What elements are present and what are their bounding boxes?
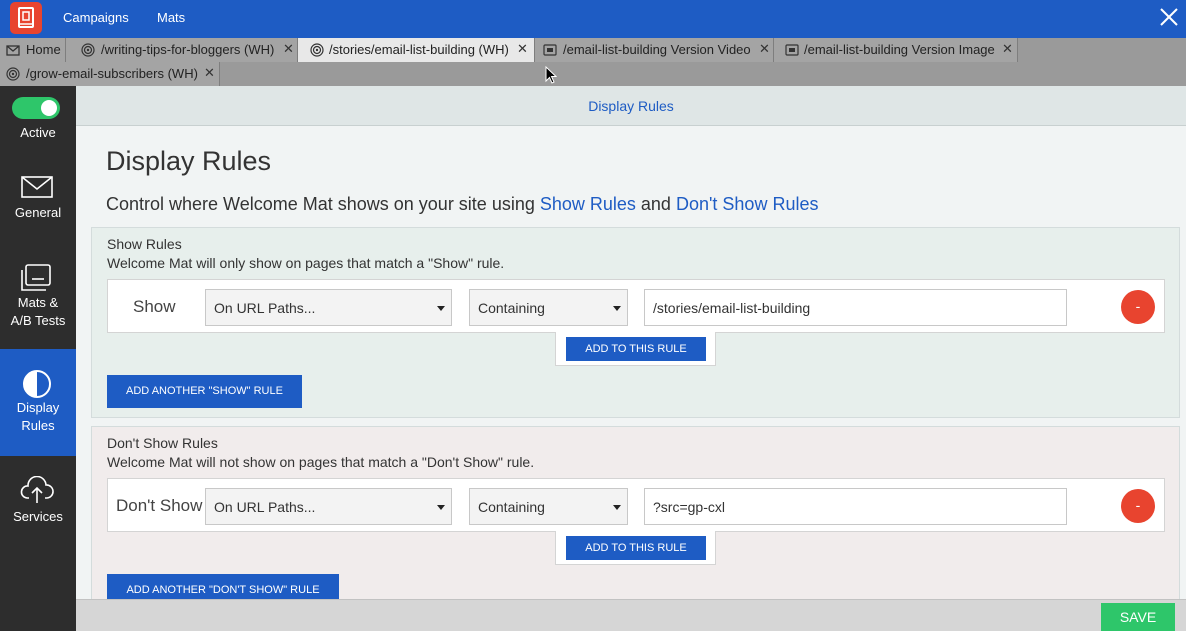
tab-label: Home [26,42,61,57]
show-rule-row: Show On URL Paths... Containing - [107,279,1165,333]
save-button[interactable]: SAVE [1101,603,1175,631]
mat-icon [543,44,557,56]
condition-select[interactable]: On URL Paths... [205,289,452,326]
page-description: Control where Welcome Mat shows on your … [106,194,818,215]
add-to-this-rule-button[interactable]: ADD TO THIS RULE [566,337,706,361]
sidebar-item-general[interactable]: General [0,164,76,234]
target-icon [81,43,95,57]
desc-and: and [635,194,676,214]
condition-select[interactable]: On URL Paths... [205,488,452,525]
dont-show-rules-description: Welcome Mat will not show on pages that … [107,454,535,470]
dont-show-rule-row: Don't Show On URL Paths... Containing - [107,478,1165,532]
content-header: Display Rules [76,86,1186,126]
remove-rule-button[interactable]: - [1121,489,1155,523]
target-icon [310,43,324,57]
operator-value: Containing [478,300,545,316]
target-icon [6,67,20,81]
main-content: Display Rules Display Rules Control wher… [76,86,1186,599]
nav-mats[interactable]: Mats [157,10,185,25]
sidebar-item-label: Display Rules [16,400,60,433]
tab-close-icon[interactable]: ✕ [283,41,294,57]
add-to-rule-container: ADD TO THIS RULE [555,332,716,366]
top-bar: Campaigns Mats [0,0,1186,38]
condition-value: On URL Paths... [214,300,316,316]
tab-writing-tips[interactable]: /writing-tips-for-bloggers (WH) ✕ [66,38,298,62]
add-another-dont-show-rule-button[interactable]: ADD ANOTHER "DON'T SHOW" RULE [107,574,339,599]
tab-close-icon[interactable]: ✕ [1002,41,1013,57]
dont-show-rules-link[interactable]: Don't Show Rules [676,194,819,214]
add-to-rule-container: ADD TO THIS RULE [555,531,716,565]
tab-version-image[interactable]: /email-list-building Version Image ✕ [774,38,1018,62]
nav-campaigns[interactable]: Campaigns [63,10,129,25]
operator-select[interactable]: Containing [469,289,628,326]
chevron-down-icon [613,505,621,510]
tab-close-icon[interactable]: ✕ [517,41,528,57]
chevron-down-icon [437,505,445,510]
rule-label: Show [133,297,176,316]
url-path-input[interactable] [644,488,1067,525]
tab-label: /email-list-building Version Image [804,42,995,57]
envelope-icon [21,176,53,198]
add-to-this-rule-button[interactable]: ADD TO THIS RULE [566,536,706,560]
add-another-show-rule-button[interactable]: ADD ANOTHER "SHOW" RULE [107,375,302,408]
cloud-upload-icon [20,476,54,503]
toggle-knob [41,100,57,116]
sidebar-item-label: Active [20,125,56,140]
url-path-input[interactable] [644,289,1067,326]
tab-label: /email-list-building Version Video [563,42,751,57]
tab-home[interactable]: Home [0,38,66,62]
remove-rule-button[interactable]: - [1121,290,1155,324]
rule-label: Don't Show [116,496,203,515]
chevron-down-icon [613,306,621,311]
sidebar-item-mats[interactable]: Mats & A/B Tests [0,252,76,342]
mouse-cursor-icon [545,66,557,84]
footer-bar: SAVE [76,599,1186,631]
show-rules-description: Welcome Mat will only show on pages that… [107,255,505,271]
welcome-mat-logo-icon[interactable] [10,2,42,34]
dont-show-rules-section: Don't Show Rules Welcome Mat will not sh… [91,426,1180,599]
sidebar-item-label: Services [13,509,63,524]
sidebar-item-services[interactable]: Services [0,466,76,536]
mat-icon [785,44,799,56]
operator-select[interactable]: Containing [469,488,628,525]
tab-label: /stories/email-list-building (WH) [329,42,509,57]
sidebar-item-active[interactable]: Active [0,86,76,150]
tab-email-list-building[interactable]: /stories/email-list-building (WH) ✕ [298,38,535,62]
show-rules-section: Show Rules Welcome Mat will only show on… [91,227,1180,418]
tab-label: /grow-email-subscribers (WH) [26,66,198,81]
mats-icon [21,264,51,291]
mail-icon [6,45,20,56]
show-rules-link[interactable]: Show Rules [540,194,636,214]
sidebar-item-label: Mats & A/B Tests [10,295,66,328]
dont-show-rules-title: Don't Show Rules [107,435,218,451]
tab-bar: Home /writing-tips-for-bloggers (WH) ✕ /… [0,38,1186,86]
active-toggle[interactable] [12,97,60,119]
tab-label: /writing-tips-for-bloggers (WH) [101,42,275,57]
chevron-down-icon [437,306,445,311]
sidebar: Active General Mats & A/B Tests Display … [0,86,76,631]
desc-prefix: Control where Welcome Mat shows on your … [106,194,540,214]
sidebar-item-label: General [14,205,62,220]
tab-grow-email-subscribers[interactable]: /grow-email-subscribers (WH) ✕ [0,62,220,86]
operator-value: Containing [478,499,545,515]
tab-close-icon[interactable]: ✕ [759,41,770,57]
tab-close-icon[interactable]: ✕ [204,65,215,81]
tab-version-video[interactable]: /email-list-building Version Video ✕ [535,38,774,62]
condition-value: On URL Paths... [214,499,316,515]
page-title: Display Rules [106,146,272,176]
show-rules-title: Show Rules [107,236,182,252]
half-circle-icon [23,370,51,398]
sidebar-item-display-rules[interactable]: Display Rules [0,349,76,456]
close-icon[interactable] [1156,4,1182,30]
